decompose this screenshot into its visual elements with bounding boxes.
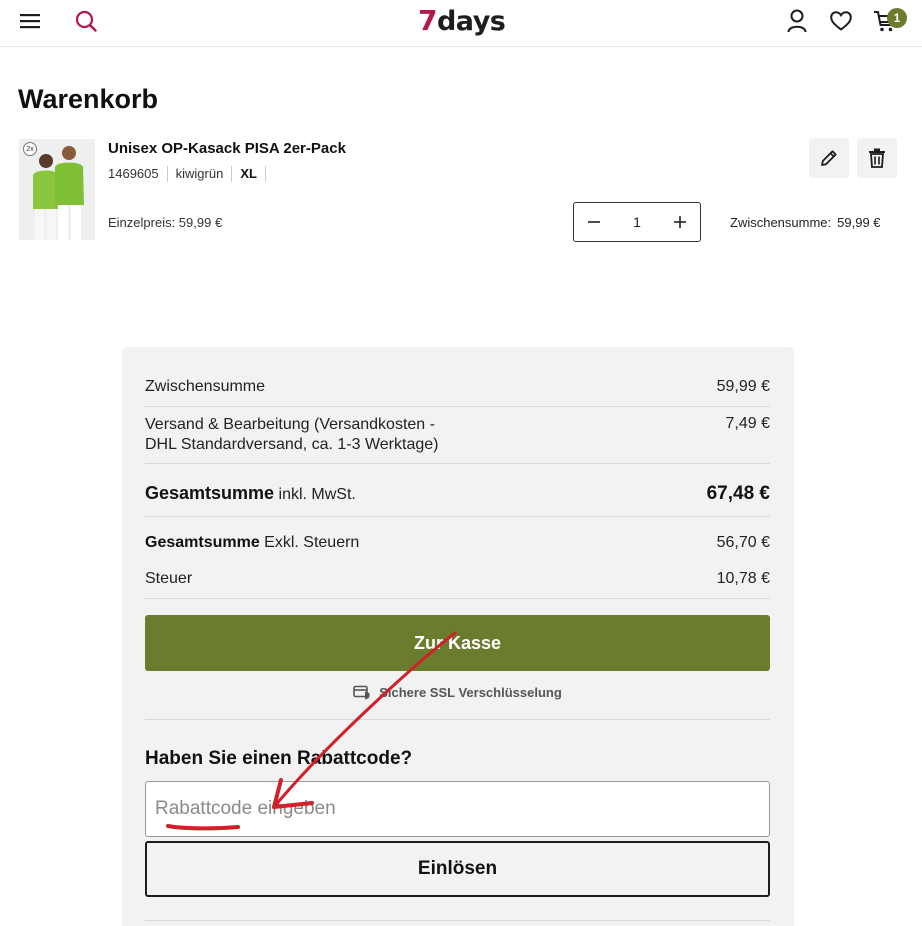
total-label-suffix: inkl. MwSt. xyxy=(278,486,356,503)
summary-tax-label: Steuer xyxy=(145,570,193,587)
page-title: Warenkorb xyxy=(18,84,159,114)
summary-subtotal-value: 59,99 € xyxy=(716,378,770,395)
secure-card-icon xyxy=(353,685,370,700)
divider xyxy=(145,406,770,407)
quantity-decrease-button[interactable] xyxy=(574,203,614,241)
site-header: 7 days 1 xyxy=(0,0,922,47)
summary-shipping-value: 7,49 € xyxy=(725,415,770,432)
quantity-stepper: 1 xyxy=(573,202,701,242)
summary-total-row: Gesamtsumme inkl. MwSt. 67,48 € xyxy=(145,483,770,505)
product-size: XL xyxy=(232,166,266,182)
line-subtotal-label: Zwischensumme: xyxy=(730,215,832,230)
summary-subtotal-row: Zwischensumme 59,99 € xyxy=(145,378,770,396)
product-image[interactable]: 2x xyxy=(19,139,95,240)
shipping-label-line1: Versand & Bearbeitung (Versandkosten - xyxy=(145,416,435,433)
summary-net-label: Gesamtsumme Exkl. Steuern xyxy=(145,534,359,552)
divider xyxy=(145,598,770,599)
summary-shipping-row: Versand & Bearbeitung (Versandkosten - D… xyxy=(145,415,770,455)
product-meta: 1469605 kiwigrün XL xyxy=(108,166,266,182)
edit-item-button[interactable] xyxy=(809,138,849,178)
summary-tax-row: Steuer 10,78 € xyxy=(145,570,770,588)
divider xyxy=(145,719,770,720)
unit-price: Einzelpreis: 59,99 € xyxy=(108,215,223,230)
summary-net-row: Gesamtsumme Exkl. Steuern 56,70 € xyxy=(145,534,770,552)
menu-icon[interactable] xyxy=(18,9,42,33)
divider xyxy=(145,516,770,517)
article-number: 1469605 xyxy=(108,166,168,182)
logo-days: days xyxy=(436,6,506,37)
logo-seven: 7 xyxy=(418,4,437,37)
product-name[interactable]: Unisex OP-Kasack PISA 2er-Pack xyxy=(108,140,346,157)
product-color: kiwigrün xyxy=(168,166,233,182)
search-icon[interactable] xyxy=(74,9,98,33)
line-subtotal: Zwischensumme: 59,99 € xyxy=(730,215,881,230)
ssl-note: Sichere SSL Verschlüsselung xyxy=(145,684,770,700)
summary-net-value: 56,70 € xyxy=(716,534,770,551)
minus-icon xyxy=(588,221,600,223)
shipping-label-line2: DHL Standardversand, ca. 1-3 Werktage) xyxy=(145,436,439,453)
plus-icon xyxy=(673,216,686,228)
order-summary: Zwischensumme 59,99 € Versand & Bearbeit… xyxy=(122,347,794,926)
coupon-heading: Haben Sie einen Rabattcode? xyxy=(145,748,413,769)
account-icon[interactable] xyxy=(785,8,809,34)
divider xyxy=(145,463,770,464)
divider xyxy=(145,920,770,921)
pack-badge: 2x xyxy=(23,142,37,156)
heart-icon[interactable] xyxy=(829,9,853,33)
summary-subtotal-label: Zwischensumme xyxy=(145,378,266,395)
summary-total-label: Gesamtsumme inkl. MwSt. xyxy=(145,483,356,504)
net-label-strong: Gesamtsumme xyxy=(145,534,260,551)
net-label-suffix: Exkl. Steuern xyxy=(264,534,360,551)
site-logo[interactable]: 7 days xyxy=(418,4,506,40)
pencil-icon xyxy=(821,150,837,166)
summary-tax-value: 10,78 € xyxy=(716,570,770,587)
summary-shipping-label: Versand & Bearbeitung (Versandkosten - D… xyxy=(145,415,438,455)
quantity-value[interactable]: 1 xyxy=(633,214,641,230)
redeem-coupon-button[interactable]: Einlösen xyxy=(145,841,770,897)
coupon-code-input[interactable] xyxy=(145,781,770,837)
summary-total-value: 67,48 € xyxy=(706,483,770,504)
checkout-button[interactable]: Zur Kasse xyxy=(145,615,770,671)
line-subtotal-value: 59,99 € xyxy=(837,215,881,230)
total-label-strong: Gesamtsumme xyxy=(145,483,275,503)
cart-count-badge: 1 xyxy=(887,8,907,28)
ssl-label: Sichere SSL Verschlüsselung xyxy=(379,684,562,700)
trash-icon xyxy=(869,148,885,168)
quantity-increase-button[interactable] xyxy=(660,203,700,241)
delete-item-button[interactable] xyxy=(857,138,897,178)
